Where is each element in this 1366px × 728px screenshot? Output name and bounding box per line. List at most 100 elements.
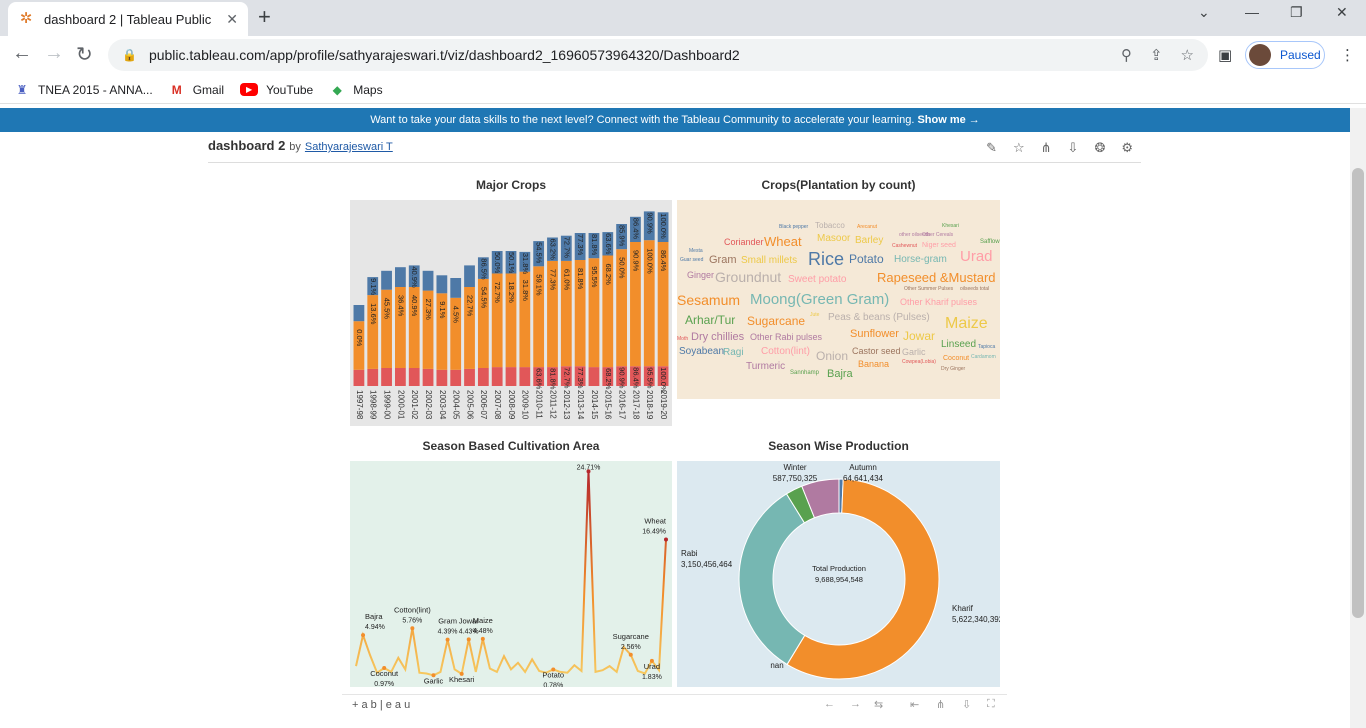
tableau-logo[interactable]: + a b | e a u [352,699,410,711]
bar-segment [381,368,392,386]
donut-slice [738,493,806,666]
bar-segment [505,367,517,386]
x-tick-label: 2017-18 [631,390,640,420]
footer-download-icon[interactable]: ⇩ [962,698,971,711]
bar-segment [519,367,531,386]
x-tick-label: 2010-11 [535,390,544,419]
orange-data-label: 77.3% [548,269,557,291]
annotation-name: Garlic [424,676,444,685]
community-banner: Want to take your data skills to the nex… [0,108,1350,132]
wordcloud-word: Moth [677,336,689,342]
bar-segment [450,278,462,298]
bookmark-gmail[interactable]: M Gmail [169,82,224,98]
browser-tab[interactable]: ✲ dashboard 2 | Tableau Public ✕ [8,2,248,36]
slice-value: 3,150,456,464 [681,560,733,569]
show-me-link[interactable]: Show me → [917,114,979,126]
minimize-icon[interactable]: — [1245,4,1259,20]
edit-icon[interactable]: ✎ [986,140,997,156]
wordcloud-word: Masoor [817,233,851,244]
lock-icon[interactable]: 🔒 [122,48,137,62]
tab-search-icon[interactable]: ⌄ [1198,4,1210,21]
close-window-icon[interactable]: ✕ [1336,4,1348,21]
orange-data-label: 40.9% [410,295,419,317]
wordcloud-word: Tapioca [978,344,996,350]
bar-segment [450,369,462,386]
orange-data-label: 13.6% [369,303,378,325]
wordcloud-word: Maize [945,315,988,332]
bar-segment [436,275,448,294]
area-line [355,471,667,677]
slice-name: Kharif [952,604,974,613]
slice-name: nan [770,661,783,670]
wordcloud-word: Tobacco [815,221,845,230]
wordcloud-word: Small millets [741,255,798,266]
orange-data-label: 9.1% [438,301,447,318]
orange-data-label: 86.4% [659,250,668,272]
zoom-icon[interactable]: ⚲ [1121,46,1132,64]
redo-icon[interactable]: → [850,698,861,710]
scrollbar-thumb[interactable] [1352,168,1364,618]
blue-data-label: 72.7% [562,237,571,259]
wordcloud-word: Other Summer Pulses [904,286,954,292]
bookmark-star-icon[interactable]: ☆ [1181,46,1194,64]
wordcloud-word: Other Cereals [922,232,954,238]
url-text[interactable]: public.tableau.com/app/profile/sathyaraj… [149,47,1103,63]
wordcloud-word: Moong(Green Gram) [750,291,890,308]
fullscreen-icon[interactable]: ⛶ [987,698,995,711]
x-tick-label: 2005-06 [465,390,474,420]
restore-icon[interactable]: ❐ [1290,4,1303,21]
browser-toolbar: ← → ↻ 🔒 public.tableau.com/app/profile/s… [0,36,1366,76]
menu-dots-icon[interactable]: ⋮ [1340,46,1355,64]
page-scrollbar[interactable] [1350,108,1366,728]
tableau-favicon-icon: ✲ [19,10,33,27]
address-bar[interactable]: 🔒 public.tableau.com/app/profile/sathyar… [108,39,1208,71]
x-tick-label: 1999-00 [382,390,391,420]
wordcloud-word: Coriander [724,237,764,247]
x-tick-label: 2002-03 [424,390,433,420]
download-icon[interactable]: ⇩ [1068,140,1079,156]
profile-button[interactable]: Paused [1245,41,1325,69]
youtube-icon: ▶ [240,83,259,96]
bar-segment [464,265,475,287]
annotation-name: Bajra [365,612,383,621]
wordcloud-word: Dry chillies [691,331,745,343]
bookmark-tnea[interactable]: ♜ TNEA 2015 - ANNA... [14,82,153,98]
blue-data-label: 40.9% [410,266,419,288]
red-data-label: 63.6% [535,368,544,390]
line-point [664,537,668,542]
orange-data-label: 36.4% [396,295,405,317]
new-tab-icon[interactable]: + [258,4,271,30]
side-panel-icon[interactable]: ▣ [1218,46,1232,64]
viz-header: dashboard 2 by Sathyarajeswari T ✎ ☆ ⋔ ⇩ ❂… [208,138,1141,163]
bar-segment [436,369,448,386]
footer-share-icon[interactable]: ⋔ [936,698,945,711]
slice-value: 64,641,434 [843,474,884,483]
reload-icon[interactable]: ↻ [76,42,93,67]
wordcloud-word: Potato [849,252,884,266]
red-data-label: 86.4% [631,367,640,389]
undo-icon[interactable]: ← [824,698,835,710]
author-link[interactable]: Sathyarajeswari T [305,141,393,153]
orange-data-label: 0.0% [355,329,364,346]
wordcloud-word: Horse-gram [894,254,947,265]
orange-data-label: 90.9% [631,250,640,272]
avatar [1249,44,1271,66]
blue-data-label: 63.6% [604,233,613,255]
blue-data-label: 90.9% [645,212,654,234]
back-icon[interactable]: ← [12,42,32,65]
bookmark-maps[interactable]: ◆ Maps [329,82,383,98]
wordcloud-word: Mesta [689,248,703,254]
share-icon[interactable]: ⋔ [1041,140,1052,156]
settings-gear-icon[interactable]: ⚙ [1121,140,1133,156]
revert-icon[interactable]: ⇆ [874,698,883,711]
bookmark-youtube[interactable]: ▶ YouTube [240,83,313,97]
reset-icon[interactable]: ⇤ [910,698,919,711]
badge-icon[interactable]: ❂ [1094,140,1105,156]
orange-data-label: 22.7% [466,295,475,317]
orange-data-label: 72.7% [493,282,502,304]
favorite-star-icon[interactable]: ☆ [1013,140,1025,156]
orange-data-label: 18.2% [507,282,516,304]
forward-icon[interactable]: → [44,42,64,65]
share-icon[interactable]: ⇪ [1150,46,1163,64]
close-tab-icon[interactable]: ✕ [226,11,238,28]
